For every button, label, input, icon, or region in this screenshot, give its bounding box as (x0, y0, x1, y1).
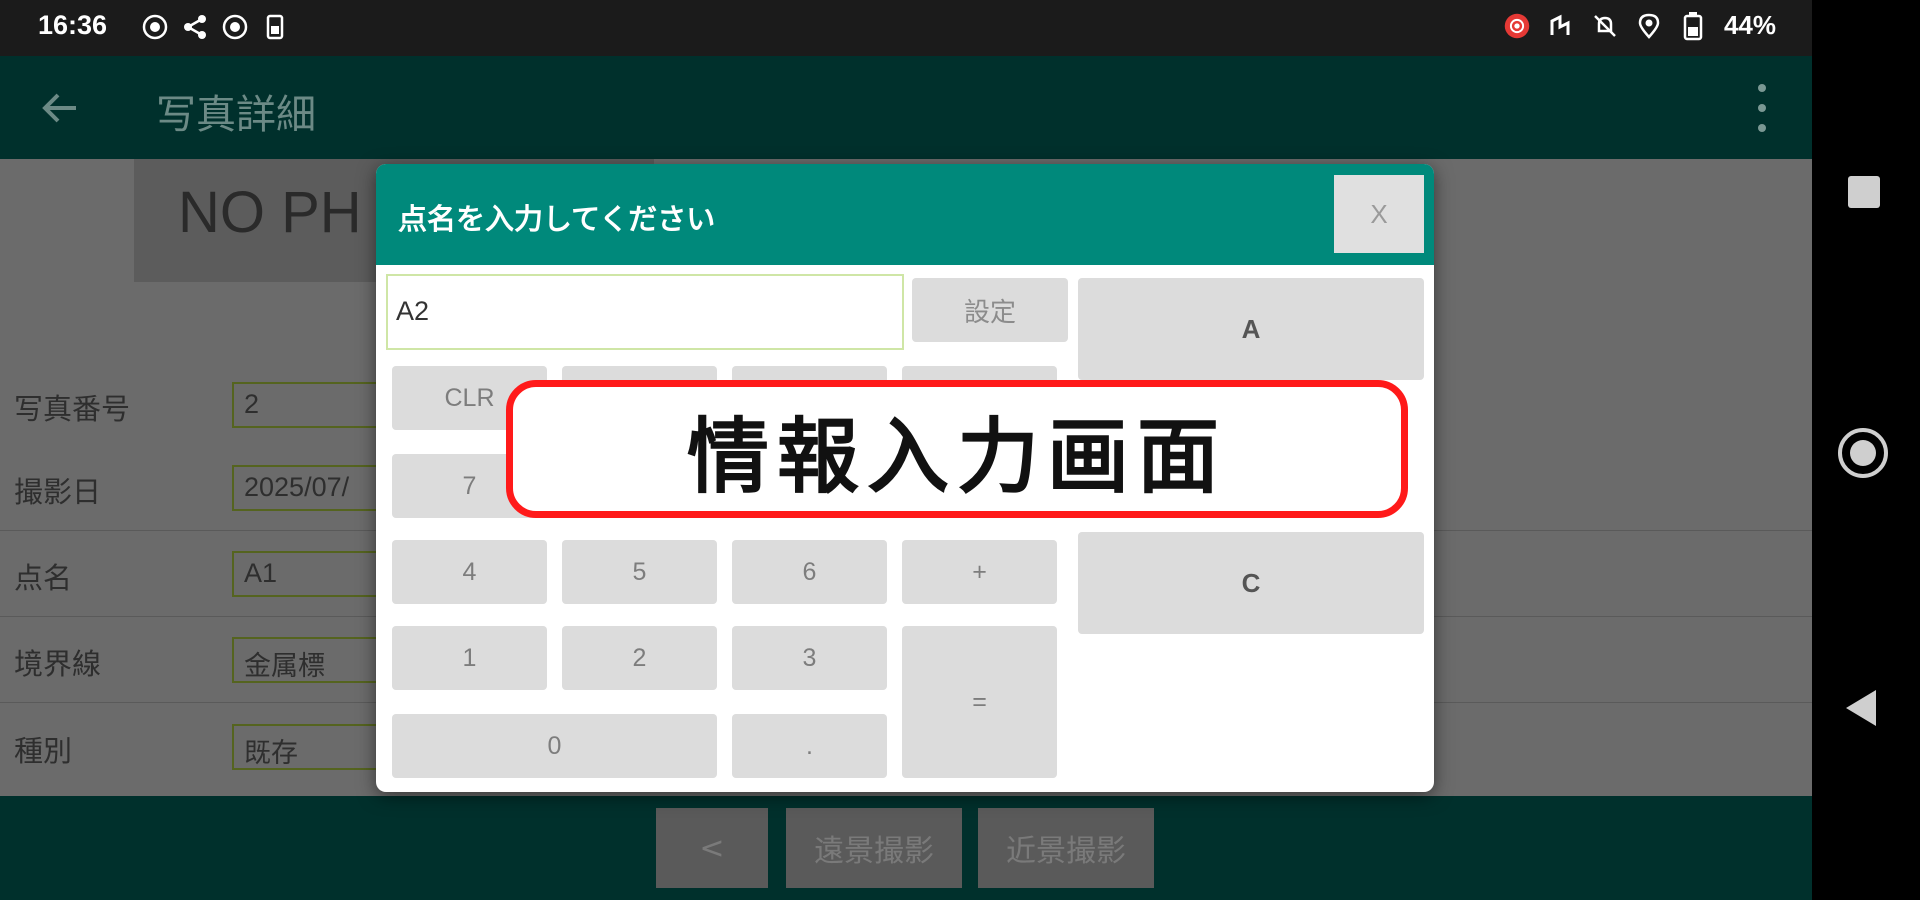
key-a-button[interactable]: A (1078, 278, 1424, 380)
key-2-button[interactable]: 2 (562, 626, 717, 690)
key-equals-button[interactable]: = (902, 626, 1057, 778)
status-icons-left (142, 14, 288, 40)
field-label: 境界線 (14, 647, 102, 681)
record-icon (142, 14, 168, 40)
screen-record-icon (1504, 13, 1530, 39)
battery-percent: 44% (1723, 10, 1776, 40)
battery-icon (1680, 11, 1706, 40)
bottom-bar: < 遠景撮影 近景撮影 (0, 796, 1812, 900)
phone-screen: 16:36 44% 写真詳細 NO PH 写真番号 2 撮影日 2025/07/… (0, 0, 1812, 900)
share-icon (182, 14, 208, 40)
annotation-callout-text: 情報入力画面 (686, 409, 1227, 505)
key-c-button[interactable]: C (1078, 532, 1424, 634)
key-5-button[interactable]: 5 (562, 540, 717, 604)
field-label: 点名 (14, 561, 73, 595)
set-button[interactable]: 設定 (912, 278, 1068, 342)
field-label: 写真番号 (14, 392, 131, 426)
key-3-button[interactable]: 3 (732, 626, 887, 690)
location-icon (1636, 13, 1662, 39)
key-6-button[interactable]: 6 (732, 540, 887, 604)
status-time: 16:36 (38, 10, 108, 40)
field-label: 種別 (14, 734, 73, 768)
far-shot-button[interactable]: 遠景撮影 (786, 808, 962, 888)
dialog-title: 点名を入力してください (398, 202, 716, 236)
mute-bell-icon (1592, 13, 1618, 39)
prev-button[interactable]: < (656, 808, 768, 888)
field-label: 撮影日 (14, 475, 102, 509)
sim-card-icon (262, 14, 288, 40)
key-0-button[interactable]: 0 (392, 714, 717, 778)
recents-icon[interactable] (1848, 176, 1880, 208)
dialog-header: 点名を入力してください X (376, 164, 1434, 265)
page-title: 写真詳細 (156, 92, 316, 138)
key-4-button[interactable]: 4 (392, 540, 547, 604)
annotation-callout: 情報入力画面 (506, 380, 1408, 518)
target-icon (222, 14, 248, 40)
status-bar: 16:36 44% (0, 0, 1812, 56)
point-name-input[interactable]: A2 (386, 274, 904, 350)
close-button[interactable]: X (1334, 175, 1424, 253)
key-dot-button[interactable]: . (732, 714, 887, 778)
more-options-icon[interactable] (1756, 84, 1768, 132)
near-shot-button[interactable]: 近景撮影 (978, 808, 1154, 888)
key-1-button[interactable]: 1 (392, 626, 547, 690)
nav-back-icon[interactable] (1846, 690, 1876, 726)
back-arrow-icon[interactable] (36, 84, 84, 132)
app-bar: 写真詳細 (0, 56, 1812, 159)
home-icon[interactable] (1838, 428, 1888, 478)
nfc-icon (1548, 13, 1574, 39)
key-plus-button[interactable]: + (902, 540, 1057, 604)
status-icons-right: 44% (1504, 10, 1776, 41)
photo-placeholder-text: NO PH (178, 180, 362, 245)
point-name-input-value: A2 (396, 296, 430, 326)
